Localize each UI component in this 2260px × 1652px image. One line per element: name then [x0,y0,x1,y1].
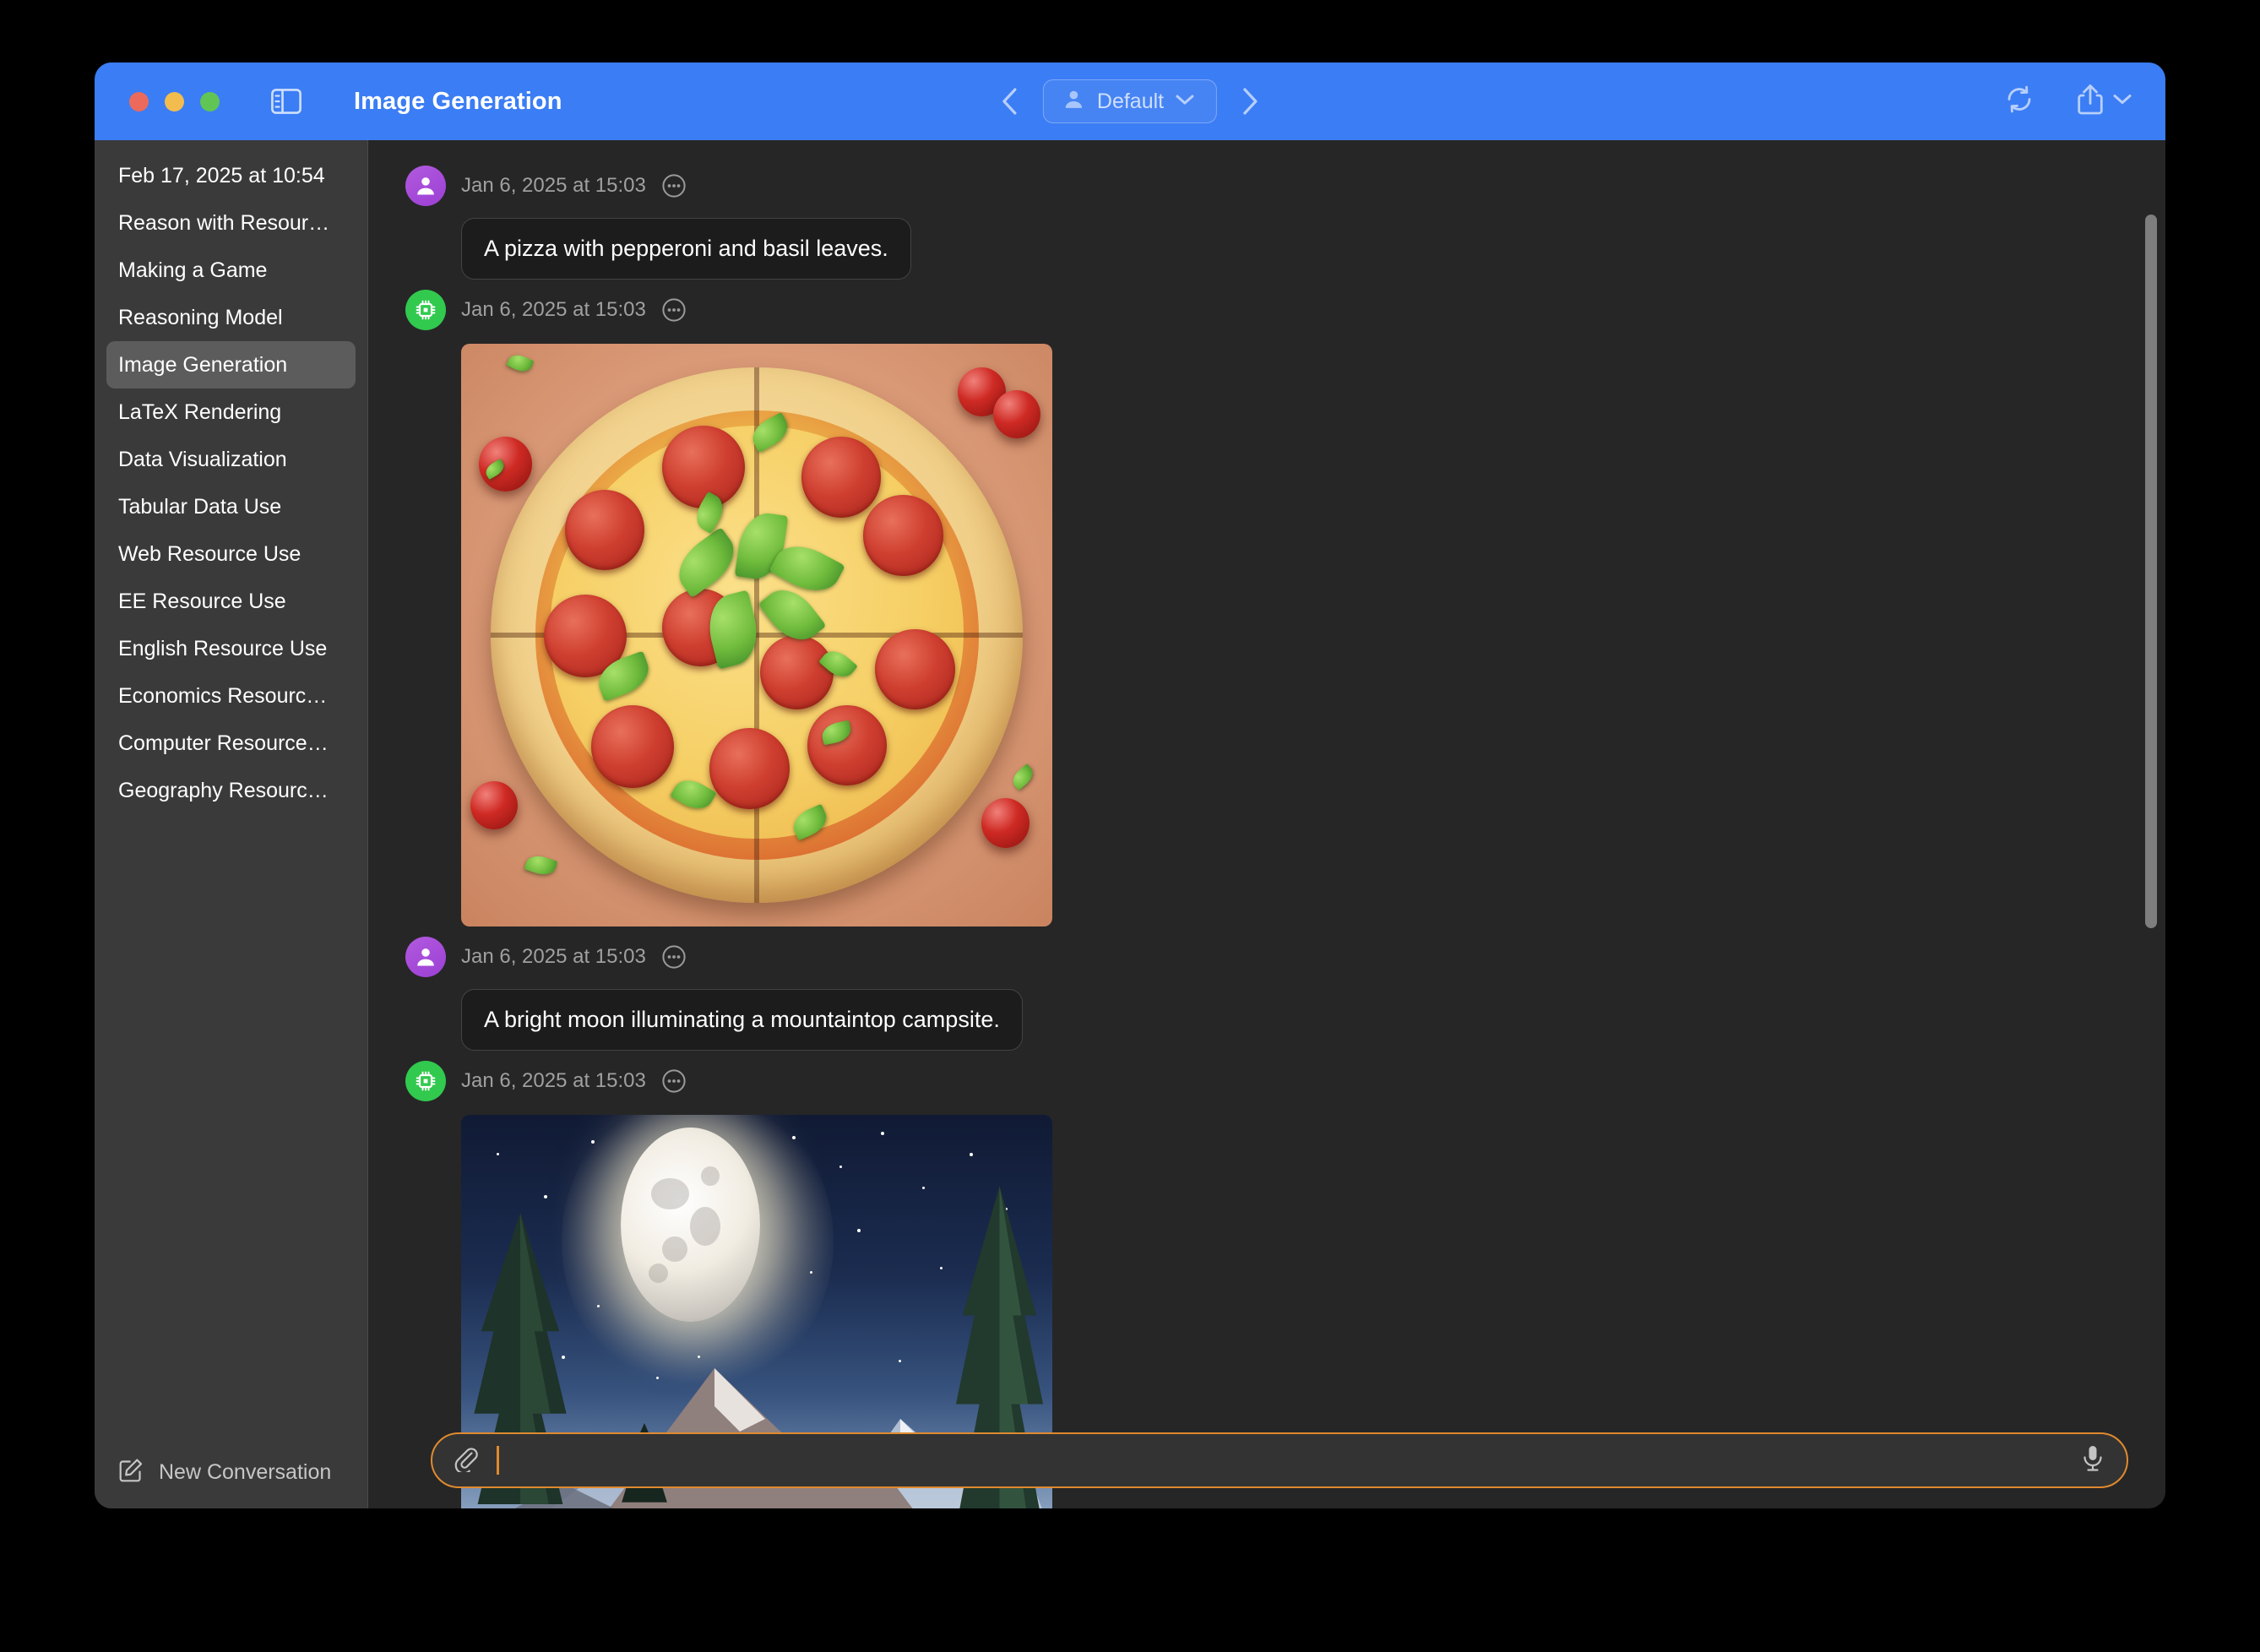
message-timestamp: Jan 6, 2025 at 15:03 [461,174,646,197]
generated-image-pizza[interactable] [461,344,1052,927]
share-button[interactable] [2076,83,2132,121]
sidebar-item-label: Making a Game [118,258,268,282]
sidebar-item-label: Feb 17, 2025 at 10:54 [118,163,325,187]
sidebar-item[interactable]: Data Visualization [106,436,356,483]
microphone-icon[interactable] [2081,1444,2105,1477]
profile-selector[interactable]: Default [1042,79,1218,123]
refresh-icon [2003,84,2035,120]
window-body: Feb 17, 2025 at 10:54 Reason with Resour…… [95,140,2165,1508]
zoom-button[interactable] [200,91,220,111]
title-bar: Image Generation Default [95,62,2165,140]
sidebar-item[interactable]: Image Generation [106,341,356,389]
message-bubble: A bright moon illuminating a mountaintop… [461,989,1023,1051]
sidebar-item-label: EE Resource Use [118,589,286,613]
sidebar-item[interactable]: English Resource Use [106,625,356,672]
sidebar-item-label: Image Generation [118,352,288,377]
sidebar-item[interactable]: Economics Resourc… [106,672,356,720]
chat-scrollbar[interactable] [2143,147,2159,1502]
share-icon [2076,83,2105,121]
compose-icon [118,1458,144,1487]
message-header: Jan 6, 2025 at 15:03 [405,1059,2165,1103]
sidebar-item[interactable]: Web Resource Use [106,530,356,578]
page-title: Image Generation [354,87,562,115]
message-header: Jan 6, 2025 at 15:03 [405,164,2165,208]
message-timestamp: Jan 6, 2025 at 15:03 [461,298,646,321]
message-input[interactable] [478,1434,2081,1486]
sidebar-item-label: English Resource Use [118,636,328,660]
new-conversation-button[interactable]: New Conversation [95,1436,367,1508]
minimize-button[interactable] [165,91,184,111]
paperclip-icon[interactable] [453,1445,478,1476]
sidebar-item[interactable]: Reasoning Model [106,294,356,341]
message-header: Jan 6, 2025 at 15:03 [405,288,2165,332]
message-timestamp: Jan 6, 2025 at 15:03 [461,945,646,968]
sidebar-item-label: Web Resource Use [118,541,302,566]
text-caret [497,1446,499,1475]
sidebar-item-label: Geography Resourc… [118,778,329,802]
sidebar-item-label: LaTeX Rendering [118,399,282,424]
conversation-list: Feb 17, 2025 at 10:54 Reason with Resour…… [95,140,367,814]
sidebar-item-label: Economics Resourc… [118,683,328,708]
message-timestamp: Jan 6, 2025 at 15:03 [461,1069,646,1092]
avatar [405,1061,446,1101]
avatar [405,290,446,330]
forward-button[interactable] [1236,84,1264,118]
sidebar-item-label: Tabular Data Use [118,494,282,519]
message-user-pizza: Jan 6, 2025 at 15:03 A pizza with pepper… [368,164,2165,280]
sidebar-toggle-icon[interactable] [271,89,302,114]
person-icon [1062,88,1085,115]
sidebar: Feb 17, 2025 at 10:54 Reason with Resour…… [95,140,368,1508]
profile-label: Default [1096,89,1165,113]
back-button[interactable] [996,84,1024,118]
sidebar-item[interactable]: Making a Game [106,247,356,294]
message-bubble: A pizza with pepperoni and basil leaves. [461,218,911,280]
message-header: Jan 6, 2025 at 15:03 [405,935,2165,979]
message-assistant-pizza: Jan 6, 2025 at 15:03 [368,288,2165,927]
chat-scroll-area[interactable]: Jan 6, 2025 at 15:03 A pizza with pepper… [368,140,2165,1508]
chat-panel: Jan 6, 2025 at 15:03 A pizza with pepper… [368,140,2165,1508]
avatar [405,937,446,977]
sidebar-item[interactable]: Tabular Data Use [106,483,356,530]
sidebar-item[interactable]: EE Resource Use [106,578,356,625]
app-window: Image Generation Default Feb 17, 2025 at… [95,62,2165,1508]
close-button[interactable] [129,91,149,111]
sidebar-item-label: Data Visualization [118,447,287,471]
message-options-ellipsis-icon[interactable] [661,173,687,198]
sidebar-item[interactable]: Reason with Resour… [106,199,356,247]
sidebar-item-label: Reasoning Model [118,305,283,329]
toolbar-center-group: Default [996,79,1264,123]
sidebar-item[interactable]: Geography Resourc… [106,767,356,814]
window-controls [129,91,220,111]
sidebar-item[interactable]: Feb 17, 2025 at 10:54 [106,152,356,199]
message-options-ellipsis-icon[interactable] [661,944,687,970]
message-user-moon: Jan 6, 2025 at 15:03 A bright moon illum… [368,935,2165,1051]
chat-scrollbar-thumb[interactable] [2145,215,2157,928]
avatar [405,166,446,206]
refresh-button[interactable] [2003,84,2035,120]
share-chevron-down-icon[interactable] [2113,94,2132,110]
message-composer[interactable] [431,1432,2128,1488]
message-options-ellipsis-icon[interactable] [661,1068,687,1094]
sidebar-item[interactable]: LaTeX Rendering [106,389,356,436]
sidebar-item-label: Reason with Resour… [118,210,330,235]
new-conversation-label: New Conversation [159,1459,332,1484]
sidebar-item[interactable]: Computer Resource… [106,720,356,767]
message-options-ellipsis-icon[interactable] [661,297,687,323]
sidebar-item-label: Computer Resource… [118,731,329,755]
chevron-down-icon [1176,94,1194,110]
toolbar-right-group [2003,83,2132,121]
